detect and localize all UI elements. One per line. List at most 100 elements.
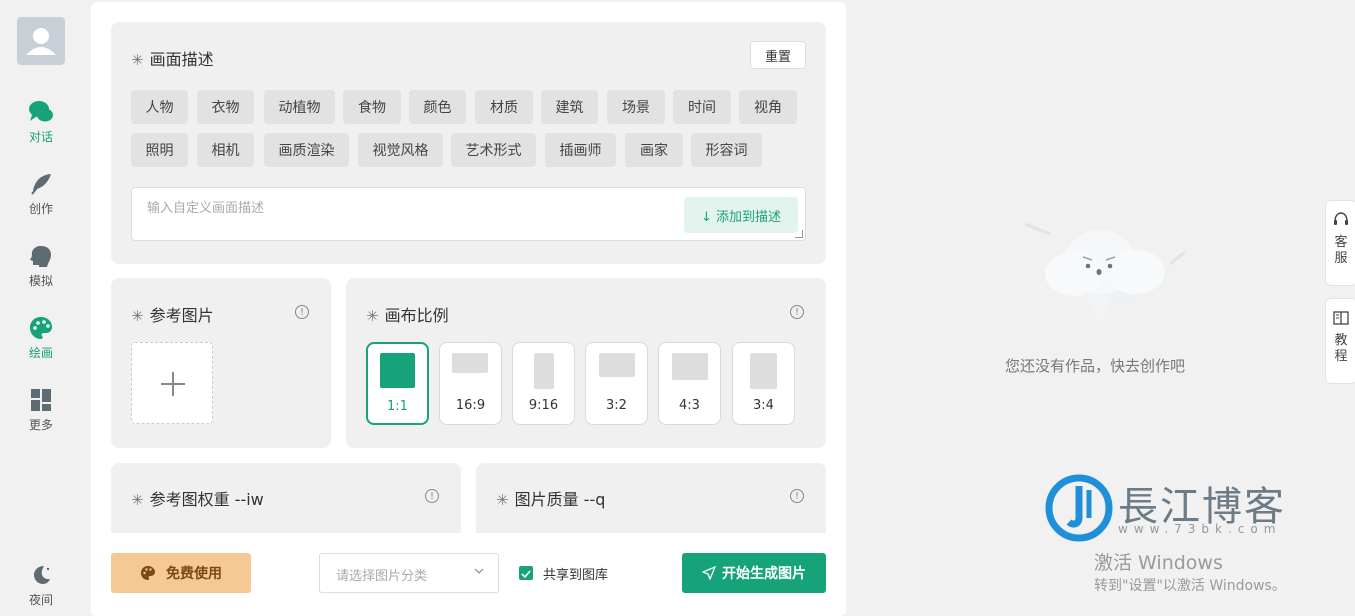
tag-chip[interactable]: 时间 [673, 90, 731, 124]
ratio-shape [750, 353, 777, 389]
tag-chip[interactable]: 插画师 [545, 133, 616, 167]
canvas-ratio-card: ✳ 画布比例 ! 1:1 16:9 9:16 3:2 4:3 3:4 [346, 278, 826, 448]
ratio-shape [452, 353, 488, 373]
image-quality-title: ✳ 图片质量 --q [496, 490, 606, 509]
ratio-option-4-3[interactable]: 4:3 [658, 342, 721, 425]
sidebar-item-create[interactable]: 创作 [0, 172, 82, 217]
sidebar-item-label: 模拟 [28, 274, 53, 288]
feather-icon [31, 174, 51, 195]
tag-chip[interactable]: 动植物 [264, 90, 335, 124]
custom-description-input[interactable]: 输入自定义画面描述 ↓ 添加到描述 [131, 187, 806, 241]
free-use-label: 免费使用 [166, 566, 222, 582]
tag-chip[interactable]: 画质渲染 [264, 133, 349, 167]
sidebar: 对话 创作 模拟 绘画 更多 夜间 [0, 0, 82, 616]
book-icon [1333, 311, 1349, 325]
ratio-shape [599, 353, 635, 377]
sidebar-item-simulate[interactable]: 模拟 [0, 244, 82, 289]
sidebar-item-draw[interactable]: 绘画 [0, 316, 82, 361]
category-placeholder: 请选择图片分类 [336, 569, 428, 584]
chevron-down-icon [474, 568, 484, 574]
reference-weight-card: ✳ 参考图权重 --iw ! [111, 463, 461, 533]
free-use-button[interactable]: 免费使用 [111, 553, 251, 593]
night-mode-label: 夜间 [28, 593, 53, 607]
ratio-label: 3:2 [606, 398, 627, 413]
description-title: ✳ 画面描述 [131, 50, 214, 69]
tag-chip[interactable]: 食物 [343, 90, 401, 124]
ratio-shape [672, 353, 708, 380]
tag-chip[interactable]: 视觉风格 [358, 133, 443, 167]
empty-cloud-illustration [1024, 222, 1186, 324]
ratio-option-3-2[interactable]: 3:2 [585, 342, 648, 425]
asterisk-icon: ✳ [496, 491, 509, 509]
windows-activation-title: 激活 Windows [1094, 552, 1223, 574]
share-to-gallery-label[interactable]: 共享到图库 [543, 564, 608, 583]
tag-chip[interactable]: 相机 [197, 133, 254, 167]
resize-handle-icon[interactable] [795, 230, 803, 238]
send-icon [702, 566, 716, 580]
watermark-url: www.73bk.com [1118, 522, 1282, 536]
reference-weight-title: ✳ 参考图权重 --iw [131, 490, 264, 509]
info-icon[interactable]: ! [790, 305, 804, 319]
reset-button[interactable]: 重置 [750, 41, 806, 69]
head-profile-icon [30, 246, 51, 267]
ratio-option-3-4[interactable]: 3:4 [732, 342, 795, 425]
tag-chip[interactable]: 材质 [475, 90, 533, 124]
drawing-panel: ✳ 画面描述 重置 人物 衣物 动植物 食物 颜色 材质 建筑 场景 时间 视角 … [91, 2, 846, 616]
upload-image-button[interactable] [131, 342, 213, 424]
tag-chip[interactable]: 画家 [625, 133, 683, 167]
customer-service-tab[interactable]: 客服 [1325, 200, 1355, 286]
input-placeholder: 输入自定义画面描述 [147, 201, 265, 216]
ratio-shape [380, 353, 415, 388]
headset-icon [1334, 212, 1348, 225]
avatar[interactable] [17, 17, 65, 65]
ratio-option-9-16[interactable]: 9:16 [512, 342, 575, 425]
customer-service-label: 客服 [1334, 235, 1348, 266]
generate-image-label: 开始生成图片 [722, 566, 806, 582]
reference-image-card: ✳ 参考图片 ! [111, 278, 331, 448]
tag-chip[interactable]: 视角 [739, 90, 797, 124]
palette-icon [141, 566, 155, 580]
tag-chip[interactable]: 人物 [131, 90, 188, 124]
info-icon[interactable]: ! [295, 305, 309, 319]
ratio-label: 1:1 [387, 399, 408, 414]
brand-logo-icon [1045, 474, 1113, 542]
night-mode-toggle[interactable]: 夜间 [0, 563, 82, 608]
windows-activation-subtitle: 转到"设置"以激活 Windows。 [1094, 578, 1286, 594]
info-icon[interactable]: ! [425, 489, 439, 503]
sidebar-item-label: 创作 [28, 202, 53, 216]
asterisk-icon: ✳ [131, 491, 144, 509]
tag-chip[interactable]: 艺术形式 [451, 133, 536, 167]
tag-chip[interactable]: 衣物 [197, 90, 254, 124]
asterisk-icon: ✳ [131, 307, 144, 325]
empty-works-message: 您还没有作品，快去创作吧 [1005, 357, 1186, 375]
sidebar-item-label: 绘画 [28, 346, 53, 360]
info-icon[interactable]: ! [790, 489, 804, 503]
share-to-gallery-checkbox[interactable] [519, 566, 533, 580]
user-avatar-icon [26, 28, 56, 55]
tag-chip[interactable]: 形容词 [691, 133, 762, 167]
tag-chip[interactable]: 照明 [131, 133, 188, 167]
generate-image-button[interactable]: 开始生成图片 [682, 553, 826, 593]
grid-icon [31, 389, 51, 411]
reference-image-title: ✳ 参考图片 [131, 306, 214, 325]
ratio-option-16-9[interactable]: 16:9 [439, 342, 502, 425]
sidebar-item-more[interactable]: 更多 [0, 388, 82, 433]
tutorial-label: 教程 [1334, 333, 1348, 364]
check-icon [521, 570, 531, 579]
ratio-label: 16:9 [455, 398, 486, 413]
ratio-option-1-1[interactable]: 1:1 [366, 342, 429, 425]
tag-chip[interactable]: 建筑 [541, 90, 598, 124]
tutorial-tab[interactable]: 教程 [1325, 298, 1355, 384]
image-quality-card: ✳ 图片质量 --q ! [476, 463, 826, 533]
sidebar-item-chat[interactable]: 对话 [0, 100, 82, 145]
description-card: ✳ 画面描述 重置 人物 衣物 动植物 食物 颜色 材质 建筑 场景 时间 视角 … [111, 22, 826, 264]
tag-chip[interactable]: 颜色 [409, 90, 466, 124]
tag-chip[interactable]: 场景 [607, 90, 665, 124]
ratio-shape [534, 353, 554, 389]
chat-bubbles-icon [29, 101, 53, 122]
ratio-label: 9:16 [528, 398, 559, 413]
sidebar-item-label: 对话 [28, 130, 53, 144]
add-to-description-button[interactable]: ↓ 添加到描述 [684, 197, 798, 233]
category-select[interactable]: 请选择图片分类 [319, 553, 499, 593]
asterisk-icon: ✳ [131, 51, 144, 69]
